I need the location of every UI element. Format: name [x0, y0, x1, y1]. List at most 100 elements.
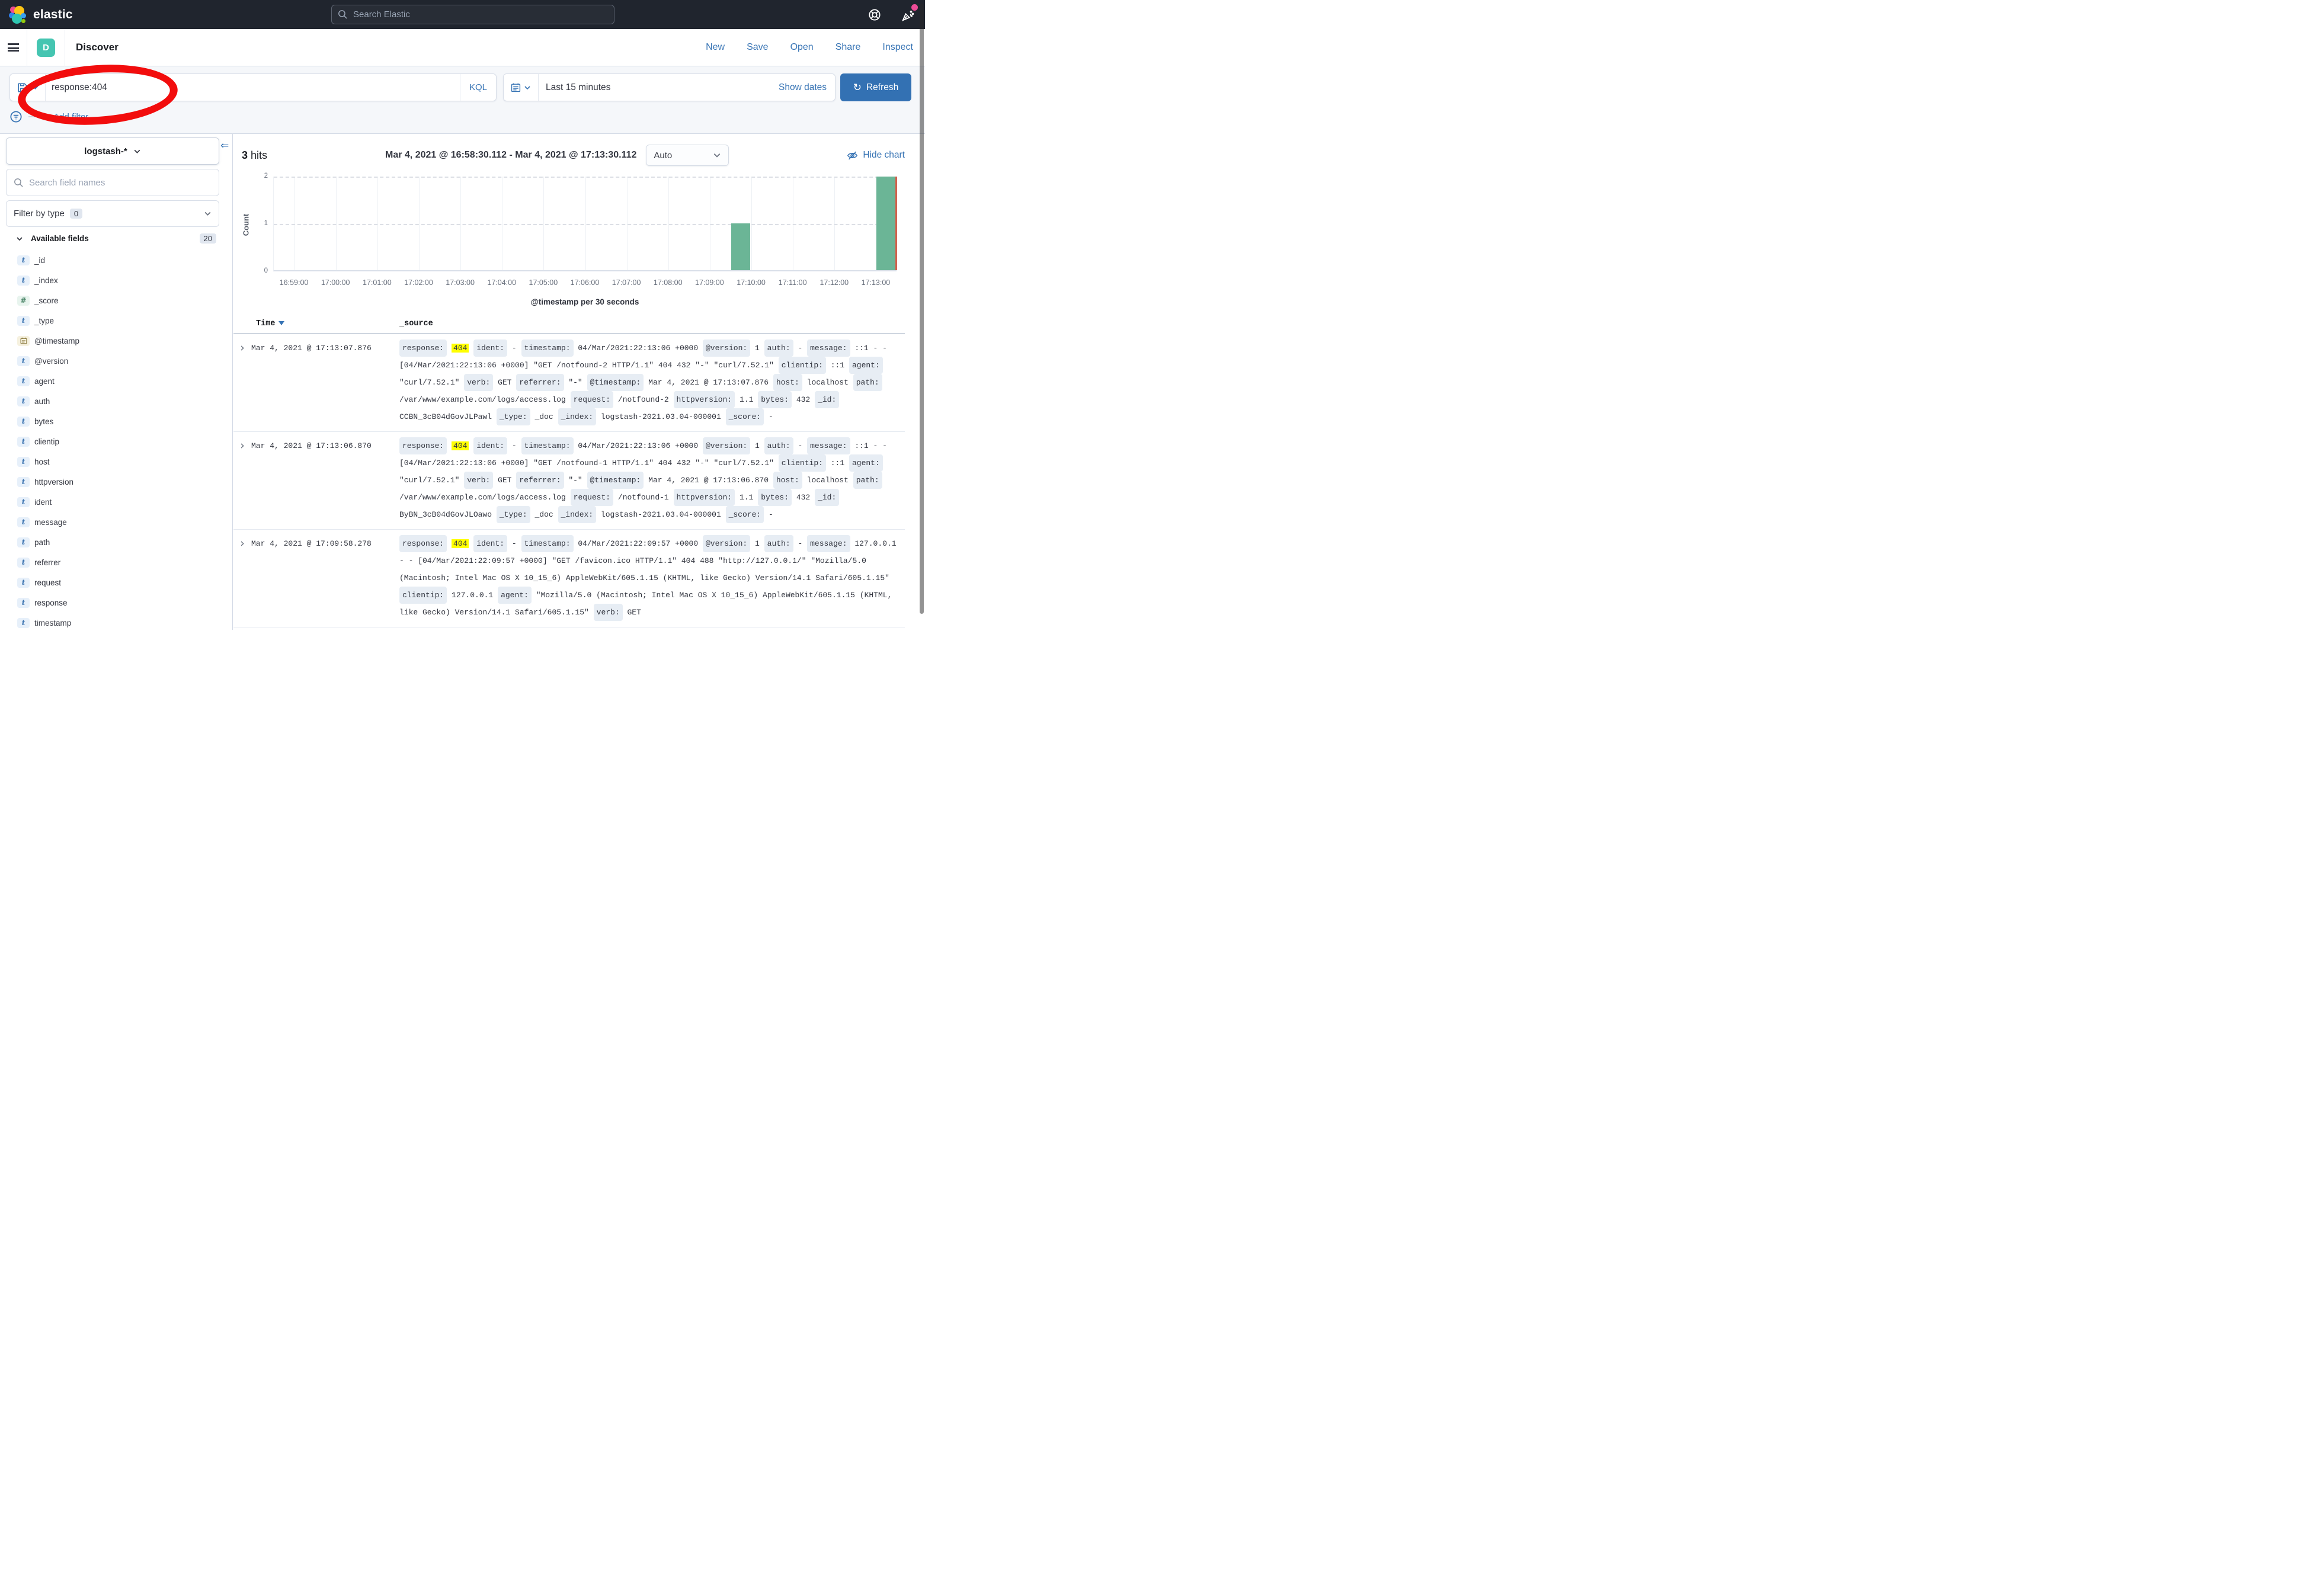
- window-scrollbar[interactable]: [920, 4, 924, 614]
- elastic-brand[interactable]: elastic: [0, 5, 73, 24]
- filter-icon[interactable]: [9, 110, 23, 123]
- field-item-timestamp[interactable]: ttimestamp: [0, 613, 232, 630]
- field-item-agent[interactable]: tagent: [0, 371, 232, 391]
- field-item-path[interactable]: tpath: [0, 532, 232, 552]
- nav-action-save[interactable]: Save: [747, 42, 768, 53]
- histogram-bar[interactable]: [876, 177, 895, 270]
- field-name-pill: ident:: [473, 437, 507, 454]
- field-search-input[interactable]: Search field names: [6, 169, 219, 196]
- brand-name: elastic: [33, 8, 73, 22]
- field-item-_type[interactable]: t_type: [0, 310, 232, 331]
- collapse-sidebar-icon[interactable]: ⇐: [220, 140, 229, 152]
- x-tick-label: 17:10:00: [737, 278, 766, 287]
- menu-hamburger-icon[interactable]: [0, 29, 27, 66]
- field-type-icon: t: [17, 457, 30, 467]
- source-column-header[interactable]: _source: [399, 319, 433, 328]
- discover-app-badge: D: [37, 39, 55, 57]
- refresh-label: Refresh: [866, 82, 898, 93]
- hide-chart-link[interactable]: Hide chart: [847, 150, 905, 161]
- saved-query-menu[interactable]: [10, 82, 45, 93]
- query-input-value[interactable]: response:404: [46, 82, 460, 93]
- field-item-request[interactable]: trequest: [0, 572, 232, 593]
- field-item-auth[interactable]: tauth: [0, 391, 232, 411]
- expand-row-icon[interactable]: ›: [233, 340, 251, 425]
- histogram-plot-area[interactable]: [273, 177, 897, 271]
- add-filter-link[interactable]: + Add filter: [46, 112, 88, 122]
- nav-action-share[interactable]: Share: [836, 42, 861, 53]
- chevron-down-icon: [204, 210, 212, 217]
- global-search-input[interactable]: Search Elastic: [331, 5, 614, 24]
- field-item-@timestamp[interactable]: @timestamp: [0, 331, 232, 351]
- global-search-placeholder: Search Elastic: [353, 9, 410, 20]
- field-name-pill: @timestamp:: [587, 472, 644, 489]
- show-dates-link[interactable]: Show dates: [779, 82, 835, 93]
- available-fields-header[interactable]: Available fields 20: [0, 233, 232, 244]
- field-name-pill: _score:: [726, 506, 764, 523]
- field-name-pill: httpversion:: [674, 391, 735, 408]
- query-section: response:404 KQL Last 15 minutes Show da…: [0, 66, 925, 134]
- index-pattern-select[interactable]: logstash-*: [6, 137, 219, 165]
- field-name-pill: _index:: [558, 506, 597, 523]
- global-header: elastic Search Elastic: [0, 0, 925, 29]
- field-item-clientip[interactable]: tclientip: [0, 431, 232, 451]
- histogram-bar[interactable]: [731, 223, 750, 270]
- query-language-button[interactable]: KQL: [460, 74, 496, 101]
- help-icon[interactable]: [868, 8, 881, 21]
- x-tick-label: 17:06:00: [571, 278, 600, 287]
- query-bar[interactable]: response:404 KQL: [9, 73, 497, 101]
- time-range-picker[interactable]: Last 15 minutes Show dates: [503, 73, 836, 101]
- time-column-header[interactable]: Time: [256, 319, 284, 328]
- row-source: response: 404 ident: - timestamp: 04/Mar…: [399, 535, 905, 621]
- expand-row-icon[interactable]: ›: [233, 437, 251, 523]
- newsfeed-icon[interactable]: [901, 8, 914, 21]
- expand-row-icon[interactable]: ›: [233, 535, 251, 621]
- field-name-pill: @version:: [703, 340, 750, 357]
- nav-action-inspect[interactable]: Inspect: [882, 42, 913, 53]
- filter-by-type-count-badge: 0: [70, 209, 82, 219]
- field-name-pill: _index:: [558, 408, 597, 425]
- field-item-referrer[interactable]: treferrer: [0, 552, 232, 572]
- field-item-bytes[interactable]: tbytes: [0, 411, 232, 431]
- sort-descending-icon[interactable]: [279, 321, 284, 325]
- field-item-ident[interactable]: tident: [0, 492, 232, 512]
- search-icon: [338, 9, 348, 20]
- field-item-host[interactable]: thost: [0, 451, 232, 472]
- nav-action-open[interactable]: Open: [790, 42, 814, 53]
- field-item-_index[interactable]: t_index: [0, 270, 232, 290]
- field-name: host: [34, 457, 50, 466]
- app-badge-wrap[interactable]: D: [27, 29, 65, 66]
- search-icon: [14, 178, 24, 188]
- page-title: Discover: [65, 41, 119, 53]
- field-name: timestamp: [34, 619, 71, 627]
- refresh-button[interactable]: ↻ Refresh: [840, 73, 911, 101]
- nav-action-new[interactable]: New: [706, 42, 725, 53]
- available-fields-count-badge: 20: [200, 233, 216, 244]
- kibana-discover-app: elastic Search Elastic D Discover New Sav…: [0, 0, 925, 630]
- field-item-@version[interactable]: t@version: [0, 351, 232, 371]
- field-name-pill: response:: [399, 535, 447, 552]
- field-name-pill: response:: [399, 340, 447, 357]
- time-range-value[interactable]: Last 15 minutes: [539, 82, 610, 93]
- field-item-message[interactable]: tmessage: [0, 512, 232, 532]
- x-tick-label: 17:02:00: [404, 278, 433, 287]
- elastic-logo-icon: [8, 5, 27, 24]
- field-item-response[interactable]: tresponse: [0, 593, 232, 613]
- field-name-pill: ident:: [473, 340, 507, 357]
- field-item-httpversion[interactable]: thttpversion: [0, 472, 232, 492]
- filter-by-type-select[interactable]: Filter by type 0: [6, 200, 219, 227]
- field-name-pill: _type:: [497, 506, 530, 523]
- calendar-menu[interactable]: [504, 82, 538, 92]
- field-item-_id[interactable]: t_id: [0, 250, 232, 270]
- field-item-_score[interactable]: #_score: [0, 290, 232, 310]
- row-source: response: 404 ident: - timestamp: 04/Mar…: [399, 437, 905, 523]
- x-tick-label: 17:13:00: [862, 278, 891, 287]
- nav-actions: New Save Open Share Inspect: [706, 42, 925, 53]
- field-name-pill: _id:: [815, 391, 839, 408]
- interval-select[interactable]: Auto: [646, 145, 729, 166]
- field-name-pill: verb:: [464, 374, 493, 391]
- field-name: _index: [34, 276, 58, 285]
- field-name-pill: clientip:: [399, 587, 447, 604]
- field-name-pill: _score:: [726, 408, 764, 425]
- field-name: bytes: [34, 417, 53, 426]
- field-name-pill: agent:: [849, 454, 883, 472]
